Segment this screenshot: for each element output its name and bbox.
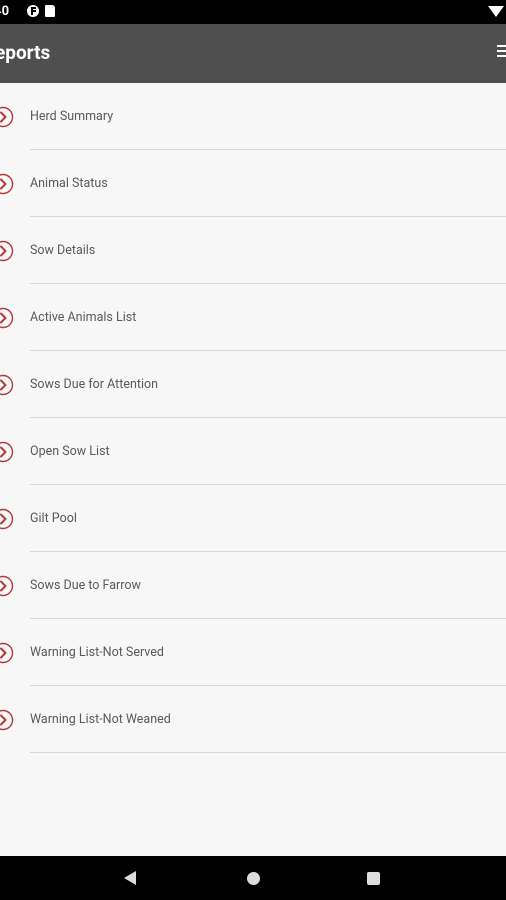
chevron-right-circle-icon — [0, 508, 14, 530]
status-time: 40 — [0, 4, 10, 19]
report-item[interactable]: Sow Details — [0, 217, 506, 284]
recents-icon[interactable] — [367, 872, 380, 885]
notification-f-icon — [27, 5, 39, 17]
app-bar: eports — [0, 24, 506, 83]
report-item-label: Sows Due for Attention — [30, 377, 159, 392]
hamburger-menu-icon[interactable] — [497, 45, 506, 58]
report-item[interactable]: Sows Due for Attention — [0, 351, 506, 418]
chevron-right-circle-icon — [0, 642, 14, 664]
chevron-right-circle-icon — [0, 106, 14, 128]
wifi-icon — [488, 6, 504, 17]
report-item[interactable]: Herd Summary — [0, 83, 506, 150]
report-item[interactable]: Gilt Pool — [0, 485, 506, 552]
report-item-label: Sows Due to Farrow — [30, 578, 141, 593]
report-item[interactable]: Sows Due to Farrow — [0, 552, 506, 619]
chevron-right-circle-icon — [0, 173, 14, 195]
chevron-right-circle-icon — [0, 441, 14, 463]
chevron-right-circle-icon — [0, 240, 14, 262]
back-icon[interactable] — [122, 870, 138, 886]
report-item-label: Gilt Pool — [30, 511, 77, 526]
report-item-label: Herd Summary — [30, 109, 114, 124]
status-right-icons — [488, 4, 506, 20]
report-item-label: Warning List-Not Served — [30, 645, 164, 660]
home-icon[interactable] — [247, 872, 260, 885]
report-item-label: Open Sow List — [30, 444, 110, 459]
page-title: eports — [0, 41, 51, 64]
navigation-bar — [0, 856, 506, 900]
status-bar: 40 — [0, 0, 506, 24]
report-item[interactable]: Warning List-Not Served — [0, 619, 506, 686]
chevron-right-circle-icon — [0, 374, 14, 396]
report-item-label: Active Animals List — [30, 310, 137, 325]
report-item-label: Sow Details — [30, 243, 96, 258]
chevron-right-circle-icon — [0, 307, 14, 329]
report-item[interactable]: Warning List-Not Weaned — [0, 686, 506, 753]
report-item-label: Animal Status — [30, 176, 108, 191]
chevron-right-circle-icon — [0, 709, 14, 731]
report-list: Herd Summary Animal Status Sow Details Acti… — [0, 83, 506, 753]
report-item-label: Warning List-Not Weaned — [30, 712, 171, 727]
divider — [30, 752, 506, 753]
chevron-right-circle-icon — [0, 575, 14, 597]
report-item[interactable]: Active Animals List — [0, 284, 506, 351]
report-item[interactable]: Open Sow List — [0, 418, 506, 485]
sd-card-icon — [45, 5, 55, 17]
report-item[interactable]: Animal Status — [0, 150, 506, 217]
